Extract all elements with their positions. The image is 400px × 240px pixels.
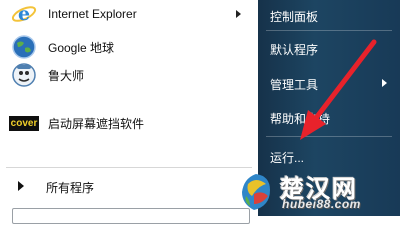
program-label: Google 地球: [48, 40, 115, 55]
expand-triangle-icon: [18, 181, 24, 191]
program-ludashi[interactable]: 鲁大师: [0, 61, 250, 89]
program-internet-explorer[interactable]: e Internet Explorer: [0, 0, 250, 28]
menu-item-admin-tools[interactable]: 管理工具: [258, 70, 400, 96]
search-input[interactable]: [12, 208, 250, 224]
ludashi-icon: [9, 61, 39, 89]
submenu-arrow-icon: [382, 79, 387, 87]
google-earth-icon: [9, 33, 39, 61]
menu-separator: [266, 30, 392, 31]
menu-separator: [6, 167, 252, 168]
program-label: Internet Explorer: [48, 7, 137, 21]
watermark-url: hubei88.com: [282, 197, 361, 211]
menu-separator: [266, 136, 392, 137]
start-menu-programs-panel: e Internet Explorer Google 地球 鲁大师 cover …: [0, 0, 258, 224]
all-programs-button[interactable]: 所有程序: [0, 175, 250, 197]
program-google-earth[interactable]: Google 地球: [0, 33, 250, 61]
menu-item-label: 默认程序: [270, 43, 319, 57]
svg-text:e: e: [18, 3, 30, 25]
submenu-arrow-icon: [236, 10, 241, 18]
internet-explorer-icon: e: [9, 0, 39, 28]
menu-item-label: 运行...: [270, 151, 305, 165]
program-label: 鲁大师: [48, 68, 85, 83]
program-cover-app[interactable]: cover 启动屏幕遮挡软件: [0, 109, 250, 137]
menu-item-label: 控制面板: [270, 10, 319, 24]
watermark-logo-icon: [242, 174, 270, 210]
menu-item-label: 帮助和支持: [270, 112, 331, 126]
menu-item-help-support[interactable]: 帮助和支持: [258, 104, 400, 130]
all-programs-label: 所有程序: [46, 181, 95, 195]
cover-app-icon: cover: [8, 115, 40, 131]
menu-item-label: 管理工具: [270, 78, 319, 92]
menu-item-default-programs[interactable]: 默认程序: [258, 35, 400, 61]
program-label: 启动屏幕遮挡软件: [48, 116, 145, 131]
menu-item-run[interactable]: 运行...: [258, 143, 400, 169]
menu-item-control-panel[interactable]: 控制面板: [258, 2, 400, 28]
watermark: 楚汉网 hubei88.com: [228, 168, 400, 216]
